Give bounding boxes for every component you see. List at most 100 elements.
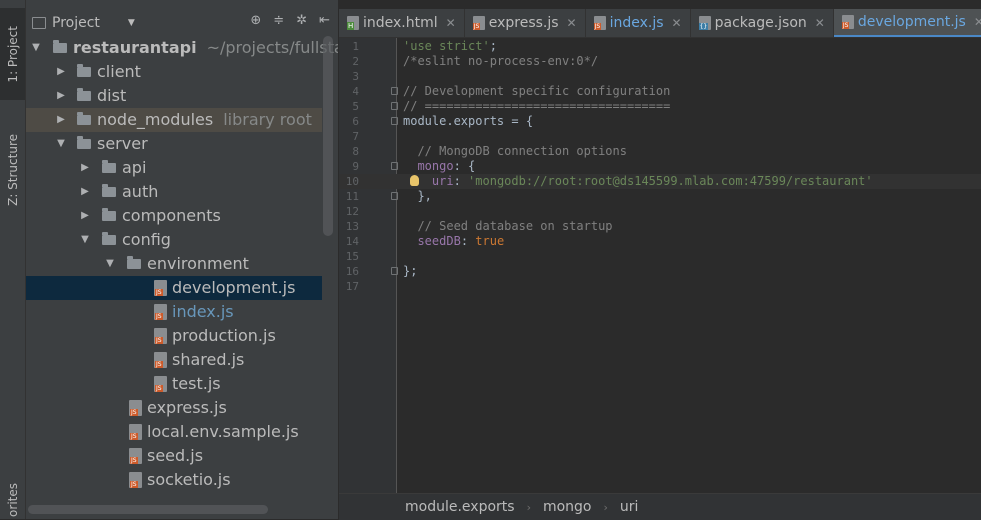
expand-arrow-icon[interactable]: ▼ [55,132,67,156]
code-line: 6 module.exports = { [339,114,981,129]
project-horizontal-scrollbar[interactable] [28,505,268,514]
tab-express-js[interactable]: express.js ✕ [465,9,586,37]
tree-item-production-js[interactable]: production.js [26,324,322,348]
tree-item-socketio-js[interactable]: socketio.js [26,468,322,492]
fold-icon[interactable] [391,117,398,125]
js-file-icon [129,472,142,488]
project-panel: Project ▼ ⊕ ≑ ✲ ⇤ ▼ restaurantapi ~/proje… [26,0,338,519]
tree-item-express-js[interactable]: express.js [26,396,322,420]
code-text: 'use strict'; [403,39,497,53]
tab-development-js[interactable]: development.js ✕ [833,9,981,37]
tree-item-label: seed.js [147,446,204,465]
project-vertical-scrollbar[interactable] [323,36,333,236]
tree-item-environment[interactable]: ▼ environment [26,252,322,276]
close-icon[interactable]: ✕ [815,16,825,30]
js-file-icon [154,304,167,320]
tree-item-components[interactable]: ▶ components [26,204,322,228]
tree-item-shared-js[interactable]: shared.js [26,348,322,372]
tree-item-config[interactable]: ▼ config [26,228,322,252]
close-icon[interactable]: ✕ [974,15,981,29]
tree-item-development-js[interactable]: development.js [26,276,322,300]
line-number: 16 [345,265,359,278]
tree-item-dist[interactable]: ▶ dist [26,84,322,108]
folder-icon [77,88,91,101]
tree-item-server[interactable]: ▼ server [26,132,322,156]
locate-icon[interactable]: ⊕ [250,13,261,28]
folder-icon [53,40,67,53]
line-number: 5 [352,100,359,113]
line-number: 3 [352,70,359,83]
js-file-icon [129,400,142,416]
js-file-icon [154,280,167,296]
favorites-tool-tab[interactable]: orites [0,480,25,519]
tree-item-label: components [122,206,221,225]
tree-item-seed-js[interactable]: seed.js [26,444,322,468]
expand-arrow-icon[interactable]: ▼ [30,36,42,60]
tab-index-html[interactable]: index.html ✕ [339,9,465,37]
tree-item-label: production.js [172,326,276,345]
folder-icon [102,232,116,245]
code-line: 13 // Seed database on startup [339,219,981,234]
project-view-selector[interactable]: Project [52,15,100,31]
expand-arrow-icon[interactable]: ▶ [79,180,91,204]
project-tool-tab-label: 1: Project [5,25,20,83]
project-tool-tab[interactable]: 1: Project [0,8,25,100]
code-line: 12 [339,204,981,219]
gear-icon[interactable]: ✲ [296,13,307,28]
project-tree: ▼ restaurantapi ~/projects/fullstac ▶ cli… [26,36,338,492]
collapse-all-icon[interactable]: ≑ [273,13,284,28]
tab-package-json[interactable]: package.json ✕ [691,9,834,37]
line-number: 9 [352,160,359,173]
fold-icon[interactable] [391,87,398,95]
line-number: 2 [352,55,359,68]
code-text: module.exports = { [403,114,534,128]
fold-icon[interactable] [391,267,398,275]
tree-item-label: express.js [147,398,227,417]
tree-item-node-modules[interactable]: ▶ node_modules library root [26,108,322,132]
js-file-icon [472,16,485,30]
tab-label: index.html [363,15,438,31]
tree-item-client[interactable]: ▶ client [26,60,322,84]
close-icon[interactable]: ✕ [567,16,577,30]
expand-arrow-icon[interactable]: ▶ [55,108,67,132]
code-line: 17 [339,279,981,294]
line-number: 17 [345,280,359,293]
html-file-icon [347,16,359,30]
tree-item-label: client [97,62,141,81]
expand-arrow-icon[interactable]: ▶ [79,156,91,180]
tab-index-js[interactable]: index.js ✕ [586,9,691,37]
tree-item-local-env-sample-js[interactable]: local.env.sample.js [26,420,322,444]
breadcrumb-item-uri[interactable]: uri [620,499,639,515]
expand-arrow-icon[interactable]: ▶ [79,204,91,228]
tree-item-auth[interactable]: ▶ auth [26,180,322,204]
close-icon[interactable]: ✕ [672,16,682,30]
fold-icon[interactable] [391,102,398,110]
breadcrumb-separator-icon: › [526,500,531,514]
tree-item-api[interactable]: ▶ api [26,156,322,180]
hide-panel-icon[interactable]: ⇤ [319,13,330,28]
chevron-down-icon[interactable]: ▼ [128,18,135,28]
tree-item-test-js[interactable]: test.js [26,372,322,396]
expand-arrow-icon[interactable]: ▶ [55,60,67,84]
code-line-current: 10 uri: 'mongodb://root:root@ds145599.ml… [339,174,981,189]
code-text: seedDB: true [417,234,505,248]
breadcrumb-item-module-exports[interactable]: module.exports [405,499,515,515]
close-icon[interactable]: ✕ [446,16,456,30]
tab-label: package.json [714,15,807,31]
breadcrumb-item-mongo[interactable]: mongo [543,499,592,515]
expand-arrow-icon[interactable]: ▼ [79,228,91,252]
code-editor[interactable]: 1 'use strict'; 2 /*eslint no-process-en… [339,39,981,294]
tree-item-index-js[interactable]: index.js [26,300,322,324]
folder-icon [77,112,91,125]
js-file-icon [129,448,142,464]
folder-icon [127,256,141,269]
fold-icon[interactable] [391,192,398,200]
expand-arrow-icon[interactable]: ▶ [55,84,67,108]
tree-item-restaurantapi[interactable]: ▼ restaurantapi ~/projects/fullstac [26,36,338,60]
line-number: 12 [345,205,359,218]
structure-tool-tab[interactable]: Z: Structure [0,120,25,220]
expand-arrow-icon[interactable]: ▼ [104,252,116,276]
line-number: 8 [352,145,359,158]
code-line: 4 // Development specific configuration [339,84,981,99]
fold-icon[interactable] [391,162,398,170]
